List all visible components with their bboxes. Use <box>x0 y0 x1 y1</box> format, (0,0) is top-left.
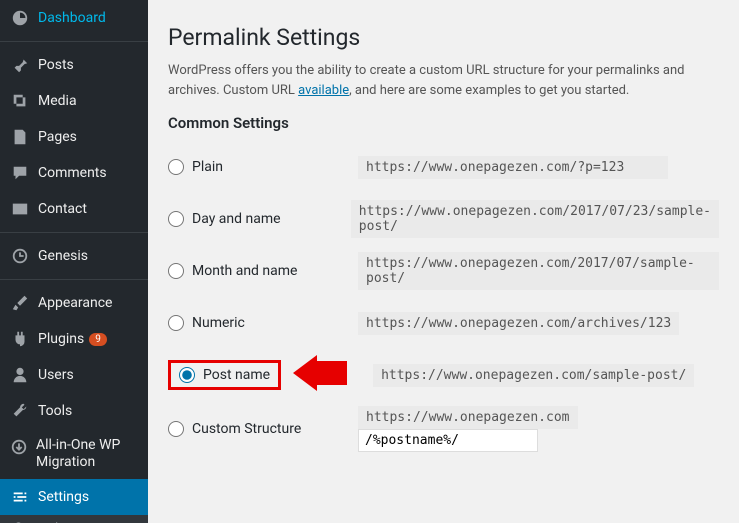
option-label-numeric[interactable]: Numeric <box>168 315 358 331</box>
page-title: Permalink Settings <box>168 24 719 51</box>
radio-custom[interactable] <box>168 421 184 437</box>
user-icon <box>10 365 30 385</box>
sidebar-label: Comments <box>38 165 107 181</box>
comment-icon <box>10 163 30 183</box>
option-label-post-name[interactable]: Post name <box>179 367 270 383</box>
sidebar-item-tools[interactable]: Tools <box>0 393 148 429</box>
plug-icon <box>10 329 30 349</box>
sidebar-label: Users <box>38 367 74 383</box>
url-example-day-name: https://www.onepagezen.com/2017/07/23/sa… <box>351 200 719 238</box>
submenu-item-general[interactable]: General <box>0 515 148 523</box>
sidebar-item-media[interactable]: Media <box>0 83 148 119</box>
main-content: Permalink Settings WordPress offers you … <box>148 0 739 523</box>
red-arrow-icon <box>293 355 347 395</box>
sidebar-item-appearance[interactable]: Appearance <box>0 285 148 321</box>
dashboard-icon <box>10 8 30 28</box>
section-heading: Common Settings <box>168 114 719 132</box>
option-label-custom[interactable]: Custom Structure <box>168 421 358 437</box>
option-label-day-name[interactable]: Day and name <box>168 211 351 227</box>
sidebar-label: All-in-One WP Migration <box>36 437 138 471</box>
sidebar-label: Tools <box>38 403 72 419</box>
radio-numeric[interactable] <box>168 315 184 331</box>
sidebar-label: Posts <box>38 57 74 73</box>
sidebar-label: Dashboard <box>38 10 106 26</box>
update-badge: 9 <box>89 333 107 346</box>
option-label-plain[interactable]: Plain <box>168 159 358 175</box>
page-description: WordPress offers you the ability to crea… <box>168 61 719 100</box>
sidebar-item-settings[interactable]: Settings <box>0 479 148 515</box>
media-icon <box>10 91 30 111</box>
menu-separator <box>0 279 148 280</box>
brush-icon <box>10 293 30 313</box>
admin-sidebar: Dashboard Posts Media Pages Comments Con… <box>0 0 148 523</box>
settings-submenu: General Writing Reading <box>0 515 148 523</box>
option-label-month-name[interactable]: Month and name <box>168 263 358 279</box>
menu-separator <box>0 232 148 233</box>
sidebar-label: Genesis <box>38 248 88 264</box>
sidebar-label: Plugins <box>38 331 84 347</box>
option-row-plain: Plain https://www.onepagezen.com/?p=123 <box>168 146 719 188</box>
url-base-custom: https://www.onepagezen.com <box>358 406 578 429</box>
menu-separator <box>0 41 148 42</box>
option-row-day-name: Day and name https://www.onepagezen.com/… <box>168 198 719 240</box>
sidebar-item-dashboard[interactable]: Dashboard <box>0 0 148 36</box>
migration-icon <box>10 437 28 457</box>
sidebar-item-genesis[interactable]: Genesis <box>0 238 148 274</box>
mail-icon <box>10 199 30 219</box>
radio-day-name[interactable] <box>168 211 184 227</box>
sidebar-item-pages[interactable]: Pages <box>0 119 148 155</box>
sidebar-label: Appearance <box>38 295 112 311</box>
sidebar-item-users[interactable]: Users <box>0 357 148 393</box>
settings-icon <box>10 487 30 507</box>
pin-icon <box>10 55 30 75</box>
sidebar-item-comments[interactable]: Comments <box>0 155 148 191</box>
url-example-plain: https://www.onepagezen.com/?p=123 <box>358 156 668 179</box>
custom-structure-input[interactable] <box>358 429 538 452</box>
sidebar-item-posts[interactable]: Posts <box>0 47 148 83</box>
sidebar-item-contact[interactable]: Contact <box>0 191 148 227</box>
sidebar-label: Pages <box>38 129 77 145</box>
option-row-numeric: Numeric https://www.onepagezen.com/archi… <box>168 302 719 344</box>
genesis-icon <box>10 246 30 266</box>
radio-month-name[interactable] <box>168 263 184 279</box>
sidebar-item-migration[interactable]: All-in-One WP Migration <box>0 429 148 479</box>
option-row-post-name: Post name https://www.onepagezen.com/sam… <box>168 354 719 396</box>
option-row-month-name: Month and name https://www.onepagezen.co… <box>168 250 719 292</box>
option-row-custom: Custom Structure https://www.onepagezen.… <box>168 406 719 452</box>
url-example-month-name: https://www.onepagezen.com/2017/07/sampl… <box>358 252 719 290</box>
radio-plain[interactable] <box>168 159 184 175</box>
sidebar-label: Settings <box>38 489 89 505</box>
url-example-post-name: https://www.onepagezen.com/sample-post/ <box>373 364 694 387</box>
url-example-numeric: https://www.onepagezen.com/archives/123 <box>358 312 679 335</box>
radio-post-name[interactable] <box>179 367 195 383</box>
sidebar-item-plugins[interactable]: Plugins 9 <box>0 321 148 357</box>
sidebar-label: Contact <box>38 201 87 217</box>
highlight-box: Post name <box>168 360 281 390</box>
wrench-icon <box>10 401 30 421</box>
tags-available-link[interactable]: available <box>298 83 349 98</box>
page-icon <box>10 127 30 147</box>
sidebar-label: Media <box>38 93 77 109</box>
